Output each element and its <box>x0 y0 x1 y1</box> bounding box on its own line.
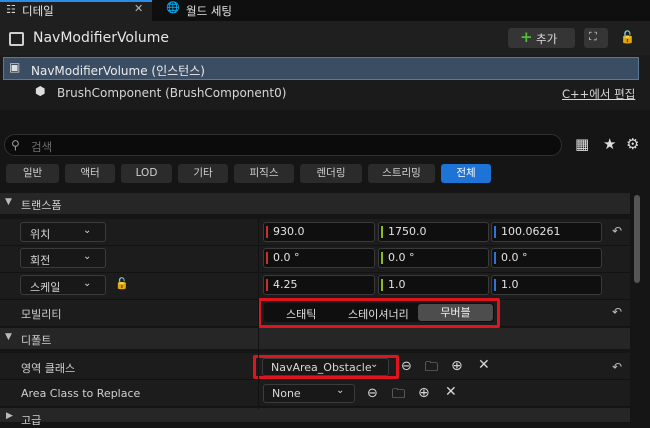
reset-location-icon[interactable]: ↶ <box>612 224 622 238</box>
scrollbar-thumb[interactable] <box>634 195 640 283</box>
location-y-value: 1750.0 <box>388 225 427 238</box>
add-label: 추가 <box>536 32 558 46</box>
location-z-field[interactable]: 100.06261 <box>491 222 602 242</box>
chevron-down-icon: ⌄ <box>336 385 345 396</box>
scale-x-value: 4.25 <box>273 278 298 291</box>
section-advanced-label: 고급 <box>21 414 42 427</box>
details-tab-icon: ☷ <box>6 3 16 16</box>
column-divider[interactable] <box>258 219 259 409</box>
area-replace-value: None <box>272 387 301 400</box>
lock-icon[interactable]: 🔓 <box>620 30 635 44</box>
search-icon: ⚲ <box>11 138 20 152</box>
scale-x-field[interactable]: 4.25 <box>263 275 375 295</box>
location-y-field[interactable]: 1750.0 <box>378 222 489 242</box>
page-title: NavModifierVolume <box>33 30 170 46</box>
add-circle-icon[interactable]: ⊕ <box>451 358 463 374</box>
search-placeholder: 검색 <box>31 140 53 154</box>
clear-icon[interactable]: ✕ <box>445 384 457 400</box>
add-circle-icon[interactable]: ⊕ <box>418 385 430 401</box>
close-tab-icon[interactable]: ✕ <box>134 2 143 15</box>
blueprint-icon: ⛶ <box>589 30 597 43</box>
section-transform-label: 트랜스폼 <box>21 199 62 212</box>
component-child-label: BrushComponent (BrushComponent0) <box>57 86 287 100</box>
chevron-down-icon: ⌄ <box>83 278 92 289</box>
filter-streaming[interactable]: 스트리밍 <box>368 164 435 183</box>
filter-general[interactable]: 일반 <box>6 164 59 183</box>
use-selected-icon[interactable]: ⊖ <box>401 359 412 374</box>
rotation-x-field[interactable]: 0.0 ° <box>263 248 375 268</box>
filter-rendering[interactable]: 렌더링 <box>300 164 362 183</box>
filter-lod[interactable]: LOD <box>121 164 172 183</box>
chevron-down-icon: ▼ <box>5 197 12 207</box>
tab-world-settings-label: 월드 세팅 <box>186 4 232 18</box>
component-root-row[interactable]: ▣ NavModifierVolume (인스턴스) <box>3 57 639 80</box>
table-view-icon[interactable]: ▦ <box>575 135 589 153</box>
tab-world-settings[interactable]: 🌐 월드 세팅 <box>153 0 303 21</box>
chevron-down-icon: ⌄ <box>83 225 92 236</box>
area-replace-dropdown[interactable]: None ⌄ <box>263 384 355 403</box>
cube-icon: ▣ <box>9 60 21 74</box>
scale-y-field[interactable]: 1.0 <box>378 275 489 295</box>
tab-details[interactable]: ☷ 디테일 ✕ <box>0 0 152 21</box>
mobility-static[interactable]: 스태틱 <box>286 306 316 322</box>
component-root-label: NavModifierVolume (인스턴스) <box>31 64 205 78</box>
scrollbar-track[interactable] <box>630 192 650 422</box>
location-label: 위치 <box>30 228 51 241</box>
location-x-field[interactable]: 930.0 <box>263 222 375 242</box>
section-advanced[interactable]: ▶ 고급 <box>0 408 630 427</box>
edit-in-cpp-link[interactable]: C++에서 편집 <box>562 86 635 102</box>
scale-label: 스케일 <box>30 281 61 294</box>
chevron-right-icon: ▶ <box>6 411 13 421</box>
filter-misc[interactable]: 기타 <box>178 164 228 183</box>
rotation-x-value: 0.0 ° <box>273 251 300 264</box>
area-class-label: 영역 클래스 <box>21 362 76 375</box>
chevron-down-icon: ⌄ <box>370 359 379 370</box>
location-dropdown[interactable]: 위치 ⌄ <box>20 222 106 242</box>
reset-area-class-icon[interactable]: ↶ <box>612 360 622 374</box>
section-default-label: 디폴트 <box>21 334 52 347</box>
browse-folder-icon[interactable]: 🗀 <box>392 385 405 407</box>
globe-icon: 🌐 <box>166 1 180 14</box>
mobility-movable[interactable]: 무버블 <box>418 304 493 321</box>
area-replace-label: Area Class to Replace <box>21 387 141 400</box>
mobility-label: 모빌리티 <box>21 308 62 321</box>
scale-lock-icon[interactable]: 🔓 <box>115 277 129 290</box>
filter-actor[interactable]: 액터 <box>65 164 115 183</box>
reset-mobility-icon[interactable]: ↶ <box>612 305 622 319</box>
star-icon[interactable]: ★ <box>603 135 616 153</box>
rotation-z-field[interactable]: 0.0 ° <box>491 248 602 268</box>
scale-dropdown[interactable]: 스케일 ⌄ <box>20 275 106 295</box>
location-z-value: 100.06261 <box>501 225 561 238</box>
add-component-button[interactable]: + 추가 <box>508 28 575 48</box>
cube-icon: ⬢ <box>35 84 46 98</box>
clear-icon[interactable]: ✕ <box>478 357 490 373</box>
browse-folder-icon[interactable]: 🗀 <box>425 358 438 380</box>
rotation-y-field[interactable]: 0.0 ° <box>378 248 489 268</box>
area-class-value: NavArea_Obstacle <box>271 361 372 374</box>
scale-z-field[interactable]: 1.0 <box>491 275 602 295</box>
search-input[interactable]: ⚲ 검색 <box>4 134 562 156</box>
settings-gear-icon[interactable]: ⚙ <box>626 135 639 153</box>
actor-class-icon <box>9 32 24 46</box>
rotation-y-value: 0.0 ° <box>388 251 415 264</box>
chevron-down-icon: ⌄ <box>83 251 92 262</box>
tab-details-label: 디테일 <box>22 4 54 18</box>
section-default[interactable]: ▼ 디폴트 <box>0 328 630 349</box>
rotation-label: 회전 <box>30 254 51 267</box>
filter-all[interactable]: 전체 <box>441 164 491 183</box>
section-transform[interactable]: ▼ 트랜스폼 <box>0 193 630 214</box>
plus-icon: + <box>520 28 533 46</box>
rotation-dropdown[interactable]: 회전 ⌄ <box>20 248 106 268</box>
rotation-z-value: 0.0 ° <box>501 251 528 264</box>
location-x-value: 930.0 <box>273 225 305 238</box>
blueprint-button[interactable]: ⛶ <box>584 28 608 48</box>
chevron-down-icon: ▼ <box>5 332 12 342</box>
filter-physics[interactable]: 피직스 <box>234 164 294 183</box>
scale-z-value: 1.0 <box>501 278 519 291</box>
mobility-stationary[interactable]: 스테이셔너리 <box>348 306 409 322</box>
area-class-dropdown[interactable]: NavArea_Obstacle ⌄ <box>262 358 389 376</box>
use-selected-icon[interactable]: ⊖ <box>367 386 378 401</box>
component-child-row[interactable]: ⬢ BrushComponent (BrushComponent0) C++에서… <box>0 82 640 104</box>
scale-y-value: 1.0 <box>388 278 406 291</box>
